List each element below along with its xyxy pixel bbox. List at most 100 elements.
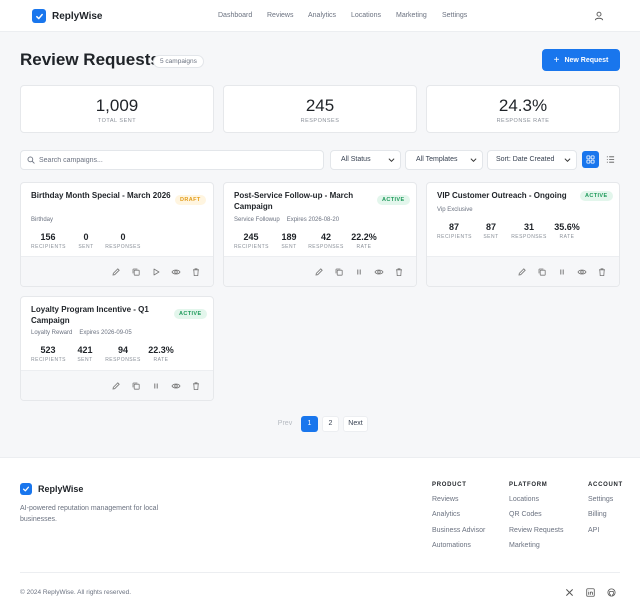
metric-value: 87: [448, 222, 459, 232]
campaign-meta: Loyalty Reward Expires 2026-09-05: [31, 330, 139, 336]
search-input[interactable]: [39, 153, 319, 167]
footer-link[interactable]: Reviews: [432, 496, 485, 511]
metric-sent: 421 SENT: [73, 345, 97, 363]
status-filter-select[interactable]: All Status: [330, 150, 401, 170]
footer-link[interactable]: Marketing: [509, 542, 563, 557]
new-request-label: New Request: [564, 56, 609, 64]
copy-icon[interactable]: [131, 267, 141, 277]
new-request-button[interactable]: + New Request: [542, 49, 620, 71]
campaign-card[interactable]: VIP Customer Outreach - Ongoing ACTIVE V…: [426, 182, 620, 287]
metric-value: 421: [77, 345, 93, 355]
eye-icon[interactable]: [577, 267, 587, 277]
next-button[interactable]: Next: [343, 416, 368, 432]
metric-value: 42: [320, 232, 331, 242]
campaign-card[interactable]: Birthday Month Special - March 2026 DRAF…: [20, 182, 214, 287]
metric-label: RATE: [559, 234, 575, 240]
pause-icon[interactable]: [354, 267, 364, 277]
metric-label: RECIPIENTS: [31, 357, 67, 363]
copy-icon[interactable]: [334, 267, 344, 277]
campaign-card[interactable]: Loyalty Program Incentive - Q1 Campaign …: [20, 296, 214, 401]
top-header: ReplyWise Dashboard Reviews Analytics Lo…: [0, 0, 640, 32]
footer-link[interactable]: Analytics: [432, 511, 485, 526]
stat-total-sent: 1,009 TOTAL SENT: [20, 85, 214, 133]
campaign-template: Birthday: [31, 217, 54, 223]
play-icon[interactable]: [151, 267, 161, 277]
campaign-count-badge: 5 campaigns: [153, 55, 204, 68]
metric-label: RESPONSES: [105, 357, 141, 363]
campaign-meta: Service Followup Expires 2026-08-20: [234, 217, 346, 223]
edit-icon[interactable]: [111, 267, 121, 277]
nav-dashboard[interactable]: Dashboard: [218, 12, 252, 19]
metric-label: SENT: [483, 234, 499, 240]
nav-reviews[interactable]: Reviews: [267, 12, 293, 19]
trash-icon[interactable]: [191, 267, 201, 277]
list-view-button[interactable]: [602, 151, 619, 168]
pause-icon[interactable]: [151, 381, 161, 391]
footer-divider: [20, 572, 620, 573]
prev-button[interactable]: Prev: [272, 416, 298, 432]
metric-value: 87: [485, 222, 496, 232]
brand-logo[interactable]: ReplyWise: [32, 9, 102, 23]
metric-value: 0: [83, 232, 89, 242]
page-title: Review Requests: [20, 50, 160, 69]
edit-icon[interactable]: [517, 267, 527, 277]
stat-responses: 245 RESPONSES: [223, 85, 417, 133]
trash-icon[interactable]: [191, 381, 201, 391]
metric-value: 35.6%: [554, 222, 580, 232]
eye-icon[interactable]: [374, 267, 384, 277]
campaign-template: Vip Exclusive: [437, 207, 473, 213]
metric-recipients: 523 RECIPIENTS: [31, 345, 67, 363]
footer-link[interactable]: Billing: [588, 511, 623, 526]
campaign-card[interactable]: Post-Service Follow-up - March Campaign …: [223, 182, 417, 287]
footer-link[interactable]: API: [588, 527, 623, 542]
page-button-1[interactable]: 1: [301, 416, 318, 432]
nav-locations[interactable]: Locations: [351, 12, 381, 19]
metric-rate: 22.2% RATE: [349, 232, 379, 250]
trash-icon[interactable]: [394, 267, 404, 277]
linkedin-icon[interactable]: [586, 588, 596, 598]
page-button-2[interactable]: 2: [322, 416, 339, 432]
grid-view-button[interactable]: [582, 151, 599, 168]
pause-icon[interactable]: [557, 267, 567, 277]
user-icon[interactable]: [594, 11, 604, 21]
metric-label: SENT: [77, 357, 93, 363]
nav-settings[interactable]: Settings: [442, 12, 467, 19]
footer-link[interactable]: Business Advisor: [432, 527, 485, 542]
edit-icon[interactable]: [111, 381, 121, 391]
footer-link[interactable]: Locations: [509, 496, 563, 511]
footer-link[interactable]: Settings: [588, 496, 623, 511]
trash-icon[interactable]: [597, 267, 607, 277]
metric-responses: 42 RESPONSES: [308, 232, 344, 250]
eye-icon[interactable]: [171, 267, 181, 277]
eye-icon[interactable]: [171, 381, 181, 391]
metric-value: 523: [40, 345, 56, 355]
footer-link[interactable]: Automations: [432, 542, 485, 557]
nav-marketing[interactable]: Marketing: [396, 12, 427, 19]
grid-icon: [586, 155, 595, 164]
campaign-expiry: Expires 2026-08-20: [286, 217, 340, 223]
sort-select[interactable]: Sort: Date Created: [487, 150, 577, 170]
metric-rate: 35.6% RATE: [552, 222, 582, 240]
copy-icon[interactable]: [131, 381, 141, 391]
copy-icon[interactable]: [537, 267, 547, 277]
status-badge: ACTIVE: [377, 195, 410, 205]
status-badge: ACTIVE: [174, 309, 207, 319]
x-icon[interactable]: [565, 588, 575, 598]
nav-analytics[interactable]: Analytics: [308, 12, 336, 19]
metric-recipients: 87 RECIPIENTS: [437, 222, 472, 240]
edit-icon[interactable]: [314, 267, 324, 277]
metric-label: SENT: [281, 244, 297, 250]
check-logo-icon: [20, 483, 32, 495]
footer-link[interactable]: QR Codes: [509, 511, 563, 526]
template-filter-select[interactable]: All Templates: [405, 150, 483, 170]
footer-brand-name: ReplyWise: [38, 484, 84, 494]
footer-brand[interactable]: ReplyWise: [20, 483, 83, 495]
metric-sent: 0 SENT: [74, 232, 98, 250]
campaign-meta: Birthday: [31, 217, 60, 223]
footer-link[interactable]: Review Requests: [509, 527, 563, 542]
status-badge: DRAFT: [175, 195, 206, 205]
github-icon[interactable]: [607, 588, 617, 598]
stat-value: 245: [305, 96, 335, 115]
chevron-down-icon: [470, 157, 477, 163]
stat-value: 1,009: [95, 96, 139, 115]
